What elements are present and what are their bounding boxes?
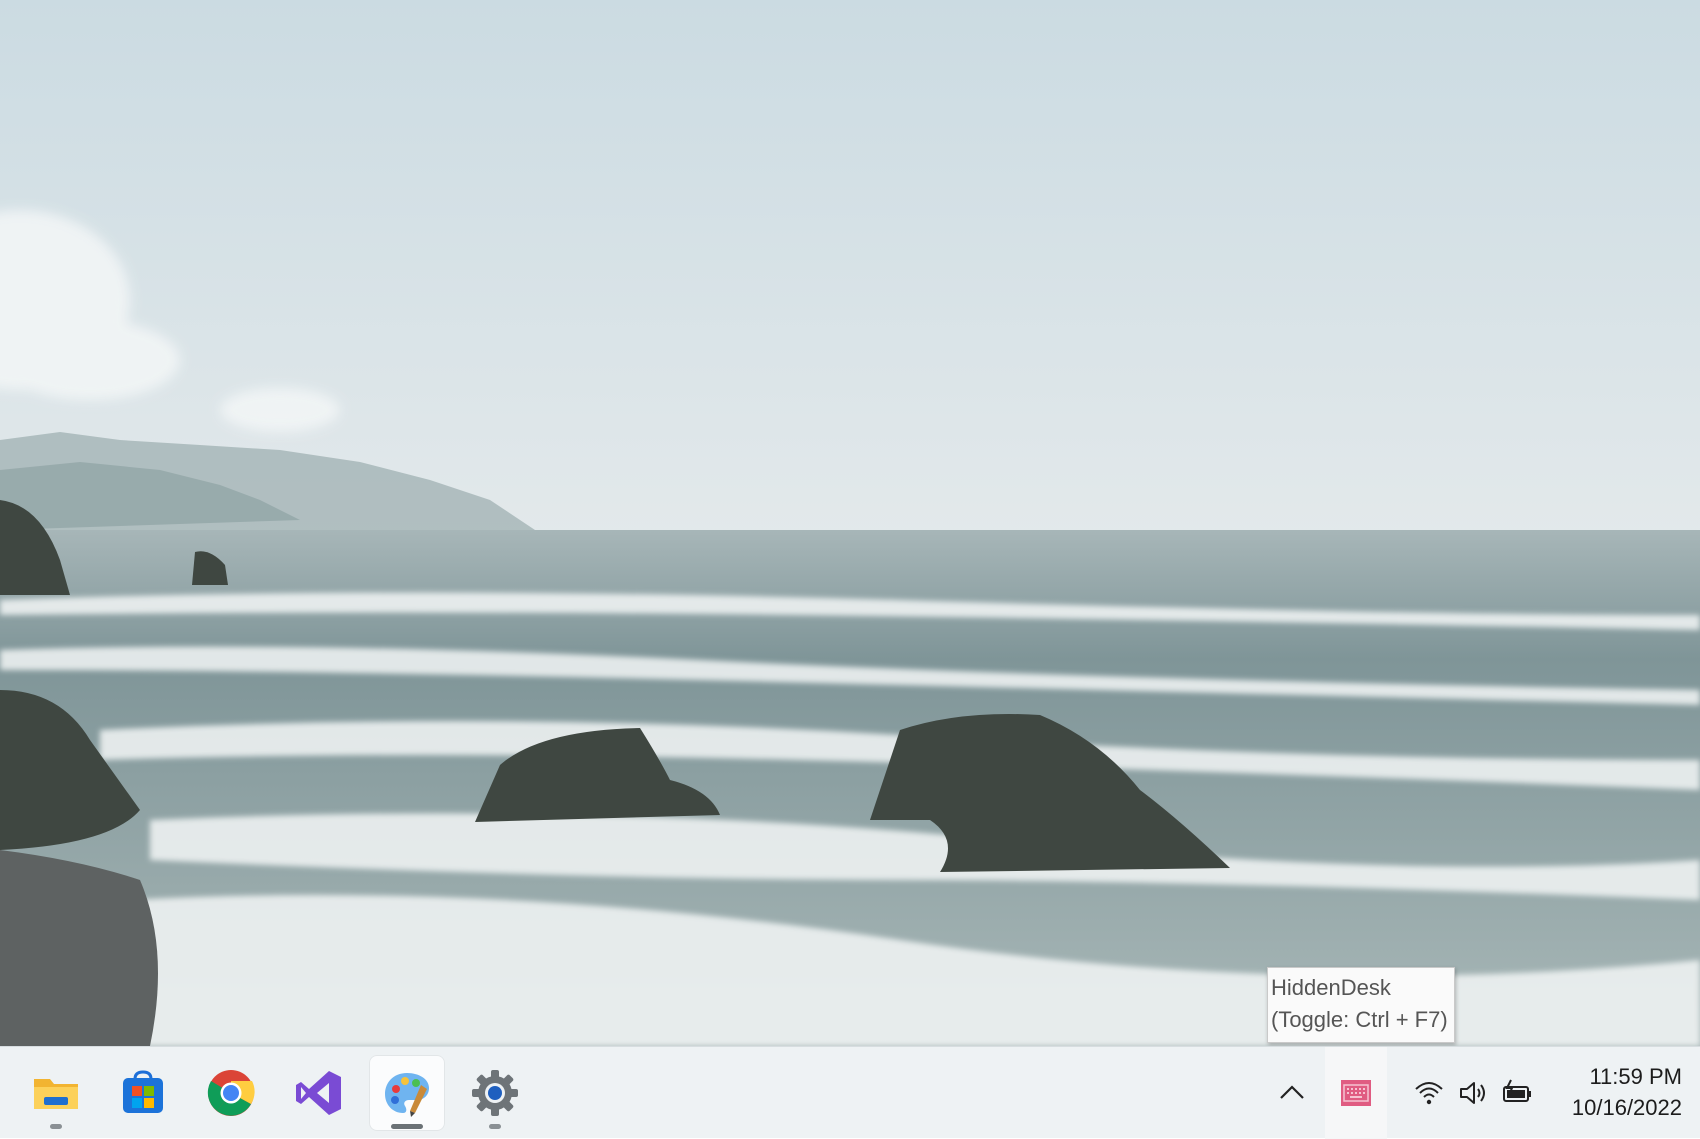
desktop[interactable] xyxy=(0,0,1700,1046)
taskbar-app-paint[interactable] xyxy=(369,1055,445,1131)
volume-icon xyxy=(1460,1082,1485,1104)
clock-time: 11:59 PM xyxy=(1589,1064,1682,1089)
clock-date: 10/16/2022 xyxy=(1571,1095,1682,1120)
tooltip-title: HiddenDesk xyxy=(1271,975,1391,1000)
file-explorer-icon xyxy=(34,1079,78,1109)
microsoft-store-icon xyxy=(123,1070,163,1113)
chevron-up-icon xyxy=(1280,1085,1304,1099)
tooltip-shortcut: (Toggle: Ctrl + F7) xyxy=(1271,1007,1448,1032)
paint-icon xyxy=(385,1073,429,1117)
tray-quick-settings-button[interactable] xyxy=(1398,1063,1548,1123)
tray-overflow-button[interactable] xyxy=(1272,1063,1312,1123)
settings-gear-icon xyxy=(472,1070,518,1116)
hiddendesk-keyboard-icon xyxy=(1341,1080,1371,1106)
taskbar-app-visual-studio[interactable] xyxy=(281,1055,357,1131)
chrome-icon xyxy=(207,1070,255,1116)
taskbar-app-file-explorer[interactable] xyxy=(18,1055,94,1131)
hiddendesk-tooltip: HiddenDesk (Toggle: Ctrl + F7) xyxy=(1267,967,1455,1043)
visual-studio-icon xyxy=(296,1071,341,1115)
taskbar-app-settings[interactable] xyxy=(457,1055,533,1131)
battery-charging-icon xyxy=(1503,1079,1531,1102)
tray-hiddendesk-button[interactable] xyxy=(1325,1047,1387,1139)
wallpaper-seascape xyxy=(0,0,1700,1046)
taskbar-clock[interactable]: 11:59 PM 10/16/2022 xyxy=(1552,1061,1682,1125)
taskbar: 11:59 PM 10/16/2022 xyxy=(0,1046,1700,1139)
taskbar-app-microsoft-store[interactable] xyxy=(105,1055,181,1131)
wifi-icon xyxy=(1415,1082,1443,1105)
taskbar-app-chrome[interactable] xyxy=(193,1055,269,1131)
